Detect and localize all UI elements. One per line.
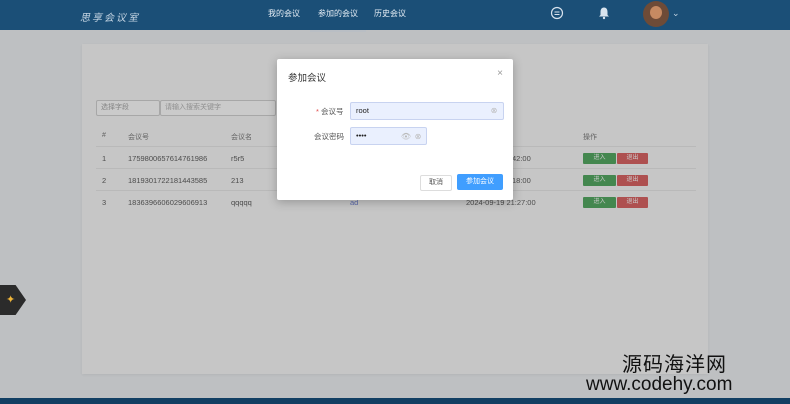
clear-icon[interactable]: ⊗ [412,131,424,143]
chevron-down-icon[interactable]: ⌄ [672,8,680,19]
meeting-password-label: 会议密码 [314,132,344,141]
bell-icon[interactable] [596,6,612,22]
required-mark: * [316,107,319,116]
meeting-id-input[interactable]: root ⊗ [350,102,504,120]
app-logo: 思享会议室 [80,13,140,24]
top-navbar: 思享会议室 我的会议 参加的会议 历史会议 ⌄ [0,0,790,32]
meeting-id-value: root [356,106,369,115]
watermark-url: www.codehy.com [586,374,733,395]
taskbar-strip [0,398,790,404]
join-meeting-dialog: 参加会议 × * 会议号 root ⊗ 会议密码 •••• 👁 ⊗ 取消 参加会… [277,59,513,200]
cancel-button[interactable]: 取消 [420,175,452,191]
meeting-password-value: •••• [356,131,367,140]
clear-icon[interactable]: ⊗ [488,105,500,117]
bird-icon: ✦ [6,294,16,306]
chat-icon[interactable] [549,6,565,22]
eye-icon[interactable]: 👁 [400,131,412,143]
close-icon[interactable]: × [497,68,503,79]
nav-history-meetings[interactable]: 历史会议 [368,0,412,30]
meeting-id-label: * 会议号 [316,106,344,117]
join-meeting-button[interactable]: 参加会议 [457,174,503,190]
watermark-title: 源码海洋网 [622,354,727,376]
meeting-id-label-text: 会议号 [321,107,344,116]
nav-my-meetings[interactable]: 我的会议 [262,0,306,30]
user-avatar[interactable] [643,1,669,27]
dialog-title: 参加会议 [288,73,327,84]
nav-joined-meetings[interactable]: 参加的会议 [310,0,366,32]
